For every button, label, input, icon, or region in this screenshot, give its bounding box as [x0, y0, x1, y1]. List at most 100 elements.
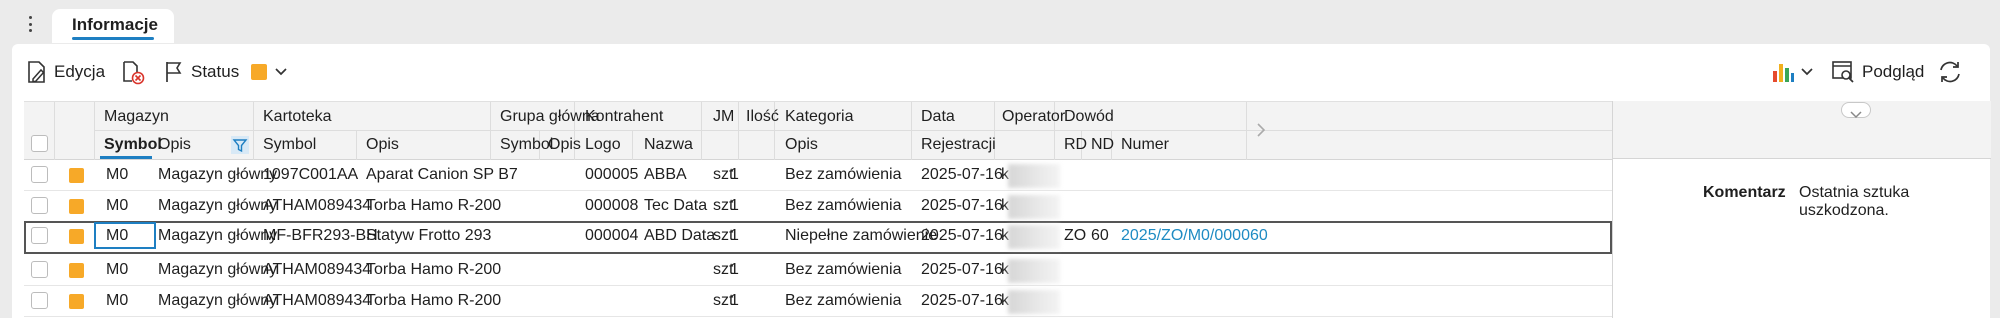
header-grupa-symbol[interactable]: Symbol [500, 135, 553, 155]
row-checkbox[interactable] [31, 227, 48, 244]
cell-kontrahent-nazwa: Tec Data [644, 197, 708, 214]
row-checkbox[interactable] [31, 166, 48, 183]
header-dowod-nd[interactable]: ND [1091, 135, 1114, 155]
header-kontrahent-logo[interactable]: Logo [585, 135, 621, 155]
chevron-down-icon [275, 68, 287, 76]
redacted-operator [1008, 290, 1060, 314]
cell-kontrahent-nazwa: ABD Data [644, 227, 716, 244]
cell-dowod-rd: ZO [1064, 227, 1087, 244]
cell-kartoteka-symbol: ATHAM089434 [263, 197, 372, 214]
header-data-rejestracji[interactable]: Rejestracji [921, 135, 996, 155]
chevron-down-icon [1850, 106, 1862, 124]
collapse-details-button[interactable] [1841, 102, 1871, 119]
cell-magazyn-opis: Magazyn główny [158, 197, 278, 214]
comment-value-line2: uszkodzona. [1799, 202, 1889, 219]
header-kartoteka-opis[interactable]: Opis [366, 135, 399, 155]
header-magazyn-symbol[interactable]: Symbol [104, 135, 162, 155]
preview-icon [1830, 59, 1856, 85]
status-label: Status [191, 62, 240, 81]
status-dropdown[interactable]: Status [163, 57, 287, 87]
cell-magazyn-opis: Magazyn główny [158, 166, 278, 183]
edit-button[interactable]: Edycja [26, 57, 105, 87]
bar-chart-icon [1770, 59, 1796, 85]
cell-data-rejestracji: 2025-07-16 [921, 292, 1003, 309]
cell-ilosc: 1 [730, 197, 739, 214]
cell-kategoria: Bez zamówienia [785, 197, 902, 214]
cell-kartoteka-symbol: ATHAM089434 [263, 292, 372, 309]
row-checkbox[interactable] [31, 261, 48, 278]
status-marker [69, 263, 84, 278]
header-jm[interactable]: JM [713, 107, 734, 127]
cell-kategoria: Niepełne zamówienie [785, 227, 938, 244]
status-marker [69, 199, 84, 214]
cell-data-rejestracji: 2025-07-16 [921, 197, 1003, 214]
scroll-right-button[interactable] [1250, 102, 1274, 160]
header-dowod-rd[interactable]: RD [1064, 135, 1087, 155]
header-operator[interactable]: Operator [1002, 107, 1065, 127]
header-kategoria-opis[interactable]: Opis [785, 135, 818, 155]
cell-magazyn-symbol: M0 [106, 292, 129, 309]
redacted-operator [1008, 195, 1060, 219]
refresh-button[interactable] [1936, 57, 1964, 87]
header-magazyn-opis[interactable]: Opis [158, 135, 191, 155]
cell-kategoria: Bez zamówienia [785, 166, 902, 183]
header-kontrahent-nazwa[interactable]: Nazwa [644, 135, 693, 155]
chart-dropdown[interactable] [1770, 57, 1813, 87]
header-data[interactable]: Data [921, 107, 955, 127]
table-row[interactable]: M0 Magazyn główny 1097C001AA Aparat Canion … [24, 160, 1612, 191]
cell-kartoteka-opis: Torba Hamo R-200 [366, 292, 502, 309]
cell-dowod-nd: 60 [1091, 227, 1109, 244]
redacted-operator [1008, 225, 1060, 249]
cell-magazyn-symbol: M0 [106, 261, 129, 278]
header-dowod[interactable]: Dowód [1064, 107, 1114, 127]
cell-kontrahent-logo: 000005 [585, 166, 639, 183]
select-all-checkbox[interactable] [31, 135, 48, 152]
tab-informacje[interactable]: Informacje [52, 9, 174, 43]
cell-data-rejestracji: 2025-07-16 [921, 261, 1003, 278]
status-marker [69, 294, 84, 309]
cell-ilosc: 1 [730, 227, 739, 244]
cell-magazyn-symbol: M0 [106, 166, 129, 183]
cell-magazyn-symbol: M0 [106, 227, 129, 244]
row-checkbox[interactable] [31, 292, 48, 309]
active-tab-indicator [72, 37, 154, 40]
tab-bar: Informacje [0, 0, 2000, 44]
cell-ilosc: 1 [730, 261, 739, 278]
header-dowod-numer[interactable]: Numer [1121, 135, 1169, 155]
cell-kartoteka-opis: Statyw Frotto 293 [366, 227, 492, 244]
refresh-icon [1936, 58, 1964, 86]
cancel-document-button[interactable] [120, 57, 146, 87]
table-row[interactable]: M0 Magazyn główny ATHAM089434 Torba Hamo R-… [24, 255, 1612, 286]
preview-button[interactable]: Podgląd [1830, 57, 1924, 87]
comment-value-line1: Ostatnia sztuka [1799, 184, 1910, 201]
main-panel: Edycja Status Podgląd Magazyn Kartoteka … [12, 44, 1991, 318]
table-row[interactable]: M0 Magazyn główny ATHAM089434 Torba Hamo R-… [24, 286, 1612, 317]
chevron-down-icon [1801, 68, 1813, 76]
cell-kontrahent-logo: 000004 [585, 227, 639, 244]
cell-kartoteka-symbol: ATHAM089434 [263, 261, 372, 278]
row-checkbox[interactable] [31, 197, 48, 214]
header-kartoteka-symbol[interactable]: Symbol [263, 135, 316, 155]
redacted-operator [1008, 164, 1060, 188]
header-kategoria[interactable]: Kategoria [785, 107, 854, 127]
table-row[interactable]: M0 Magazyn główny MF-BFR293-BH Statyw Frott… [24, 221, 1612, 254]
header-magazyn[interactable]: Magazyn [104, 107, 169, 127]
comment-label: Komentarz [1703, 184, 1786, 201]
header-kontrahent[interactable]: Kontrahent [585, 107, 663, 127]
cell-kartoteka-opis: Torba Hamo R-200 [366, 261, 502, 278]
header-ilosc[interactable]: Ilość [746, 107, 779, 127]
header-grupa-opis[interactable]: Opis [548, 135, 581, 155]
cell-kartoteka-symbol: MF-BFR293-BH [263, 227, 378, 244]
cell-kontrahent-nazwa: ABBA [644, 166, 687, 183]
filter-icon[interactable] [231, 136, 249, 159]
redacted-operator [1008, 259, 1060, 283]
cell-ilosc: 1 [730, 166, 739, 183]
cell-kartoteka-symbol: 1097C001AA [263, 166, 359, 183]
more-menu-icon[interactable] [24, 13, 36, 35]
table-row[interactable]: M0 Magazyn główny ATHAM089434 Torba Hamo R-… [24, 191, 1612, 222]
details-pane-header [1613, 101, 1991, 159]
cell-dowod-numer[interactable]: 2025/ZO/M0/000060 [1121, 226, 1268, 246]
cell-magazyn-symbol: M0 [106, 197, 129, 214]
edit-label: Edycja [54, 62, 106, 81]
header-kartoteka[interactable]: Kartoteka [263, 107, 331, 127]
